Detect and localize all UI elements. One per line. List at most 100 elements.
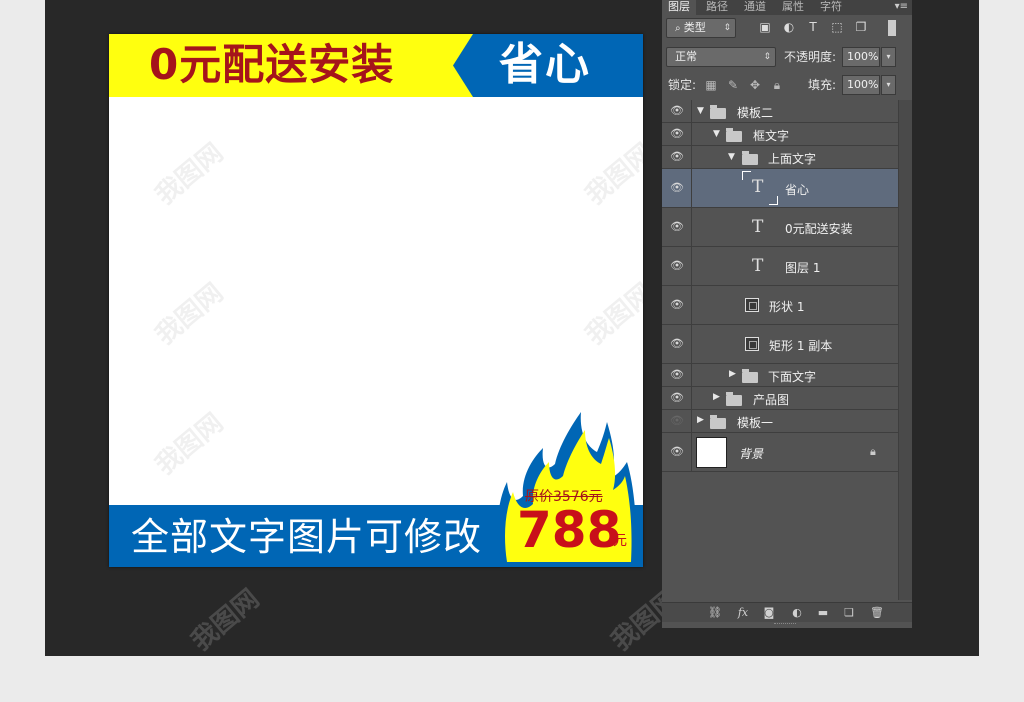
panel-menu-icon[interactable]: ▾≡ (895, 1, 908, 12)
tab-layers[interactable]: 图层 (662, 0, 696, 15)
layer-row-template-2[interactable]: 👁︎ ▼ 模板二 (662, 100, 898, 123)
layer-row-layer-1[interactable]: 👁︎ T 图层 1 (662, 247, 898, 286)
layers-list: 👁︎ ▼ 模板二 👁︎ ▼ 框文字 👁︎ ▼ 上面文字 👁︎ T 省心 👁︎ T… (662, 100, 898, 600)
visibility-toggle[interactable]: 👁︎ (662, 247, 692, 285)
fill-input[interactable]: 100% (842, 75, 880, 95)
layer-name: 下面文字 (768, 370, 817, 384)
watermark: 我图网 (150, 277, 230, 351)
layer-row-background[interactable]: 👁︎ 背景 🔒︎ (662, 433, 898, 472)
layer-row-bottom-text[interactable]: 👁︎ ▶ 下面文字 (662, 364, 898, 387)
new-layer-icon[interactable]: ❏ (842, 606, 856, 620)
adjustment-icon[interactable]: ◐ (790, 606, 804, 620)
filter-shape-icon[interactable]: ⬚ (830, 20, 844, 34)
mask-icon[interactable]: ◙ (762, 606, 776, 620)
watermark: 我图网 (150, 407, 230, 481)
eye-icon: 👁︎ (670, 150, 684, 163)
layer-row-worry-free[interactable]: 👁︎ T 省心 (662, 169, 898, 208)
layer-row-product-image[interactable]: 👁︎ ▶ 产品图 (662, 387, 898, 410)
fill-label: 填充: (808, 78, 837, 92)
visibility-toggle[interactable]: 👁︎ (662, 286, 692, 324)
visibility-toggle[interactable]: 👁︎ (662, 325, 692, 363)
filter-type-icon[interactable]: T (806, 20, 820, 34)
visibility-toggle[interactable]: 👁︎ (662, 364, 692, 386)
lock-icon: 🔒︎ (870, 445, 876, 458)
expand-triangle-icon[interactable]: ▼ (697, 106, 704, 116)
sale-price: 788 (517, 501, 622, 559)
eye-icon: 👁︎ (670, 368, 684, 381)
eye-icon: 👁︎ (670, 220, 684, 233)
eye-icon: 👁︎ (670, 337, 684, 350)
expand-triangle-icon[interactable]: ▼ (728, 152, 735, 162)
group-folder-icon[interactable]: ▬ (816, 606, 830, 620)
layer-row-frame-text[interactable]: 👁︎ ▼ 框文字 (662, 123, 898, 146)
layers-scrollbar[interactable] (898, 100, 912, 600)
text-layer-icon: T (752, 177, 764, 197)
lock-transparent-icon[interactable]: ▦ (704, 78, 718, 92)
editable-notice-text: 全部文字图片可修改 (131, 515, 483, 559)
layer-name: 矩形 1 副本 (769, 339, 833, 353)
free-install-headline: 0元配送安装 (149, 40, 395, 89)
folder-icon (726, 392, 742, 406)
folder-icon (742, 369, 758, 383)
visibility-toggle[interactable]: 👁︎ (662, 123, 692, 145)
watermark: 我图网 (150, 137, 230, 211)
layer-name: 图层 1 (785, 261, 821, 275)
filter-toggle-icon[interactable] (888, 20, 896, 36)
filter-smart-object-icon[interactable]: ❐ (854, 20, 868, 34)
text-layer-icon: T (752, 217, 764, 237)
watermark: 我图网 (580, 277, 643, 351)
visibility-toggle[interactable]: 👁︎ (662, 146, 692, 168)
fx-icon[interactable]: fx (736, 606, 750, 620)
shape-layer-icon (745, 298, 759, 312)
panel-resize-grip[interactable] (774, 623, 796, 626)
visibility-toggle[interactable]: 👁︎ (662, 208, 692, 246)
layer-name: 框文字 (753, 129, 790, 143)
expand-triangle-icon[interactable]: ▼ (713, 129, 720, 139)
visibility-toggle[interactable]: 👁︎ (662, 433, 692, 471)
trash-icon[interactable]: 🗑︎ (870, 606, 884, 620)
lock-position-icon[interactable]: ✥ (748, 78, 762, 92)
text-layer-icon: T (752, 256, 764, 276)
select-arrow-icon: ⇕ (763, 52, 771, 62)
price-flame-badge: 原价3576元 788 元 (493, 412, 643, 567)
link-icon[interactable]: ⛓︎ (708, 606, 722, 620)
opacity-dropdown-icon[interactable]: ▾ (881, 47, 896, 67)
layer-row-template-1[interactable]: 👁︎ ▶ 模板一 (662, 410, 898, 433)
layer-row-free-install[interactable]: 👁︎ T 0元配送安装 (662, 208, 898, 247)
blend-mode-select[interactable]: 正常 ⇕ (666, 47, 776, 67)
eye-icon: 👁︎ (670, 259, 684, 272)
shape-layer-icon (745, 337, 759, 351)
layers-panel: 图层 路径 通道 属性 字符 ▾≡ ⌕ 类型 ⇕ ▣ ◐ T ⬚ ❐ 正常 ⇕ … (662, 0, 912, 628)
filter-adjustment-icon[interactable]: ◐ (782, 20, 796, 34)
visibility-toggle[interactable]: 👁︎ (662, 387, 692, 409)
layer-name: 模板一 (737, 416, 774, 430)
visibility-toggle[interactable]: 👁︎ (662, 169, 692, 207)
lock-paint-icon[interactable]: ✎ (726, 78, 740, 92)
layer-row-rectangle-copy[interactable]: 👁︎ 矩形 1 副本 (662, 325, 898, 364)
opacity-input[interactable]: 100% (842, 47, 880, 67)
design-canvas[interactable]: 0元配送安装 省心 我图网 我图网 我图网 我图网 我图网 全部文字图片可修改 … (109, 34, 643, 567)
tab-character[interactable]: 字符 (814, 0, 848, 15)
visibility-toggle[interactable]: 👁︎ (662, 410, 692, 432)
layer-row-top-text[interactable]: 👁︎ ▼ 上面文字 (662, 146, 898, 169)
watermark: 我图网 (186, 583, 266, 657)
top-right-arrow-banner: 省心 (453, 34, 643, 97)
select-arrow-icon: ⇕ (723, 23, 731, 33)
tab-properties[interactable]: 属性 (776, 0, 810, 15)
collapse-triangle-icon[interactable]: ▶ (713, 392, 720, 402)
layer-row-shape-1[interactable]: 👁︎ 形状 1 (662, 286, 898, 325)
folder-icon (726, 128, 742, 142)
layer-filter-select[interactable]: ⌕ 类型 ⇕ (666, 18, 736, 38)
tab-paths[interactable]: 路径 (700, 0, 734, 15)
layer-name: 0元配送安装 (785, 222, 853, 236)
visibility-toggle[interactable]: 👁︎ (662, 100, 692, 122)
collapse-triangle-icon[interactable]: ▶ (729, 369, 736, 379)
lock-all-icon[interactable]: 🔒︎ (770, 78, 784, 92)
fill-dropdown-icon[interactable]: ▾ (881, 75, 896, 95)
tab-channels[interactable]: 通道 (738, 0, 772, 15)
layer-name: 背景 (739, 447, 764, 461)
collapse-triangle-icon[interactable]: ▶ (697, 415, 704, 425)
layer-name: 产品图 (753, 393, 790, 407)
filter-pixel-icon[interactable]: ▣ (758, 20, 772, 34)
eye-icon: 👁︎ (670, 127, 684, 140)
